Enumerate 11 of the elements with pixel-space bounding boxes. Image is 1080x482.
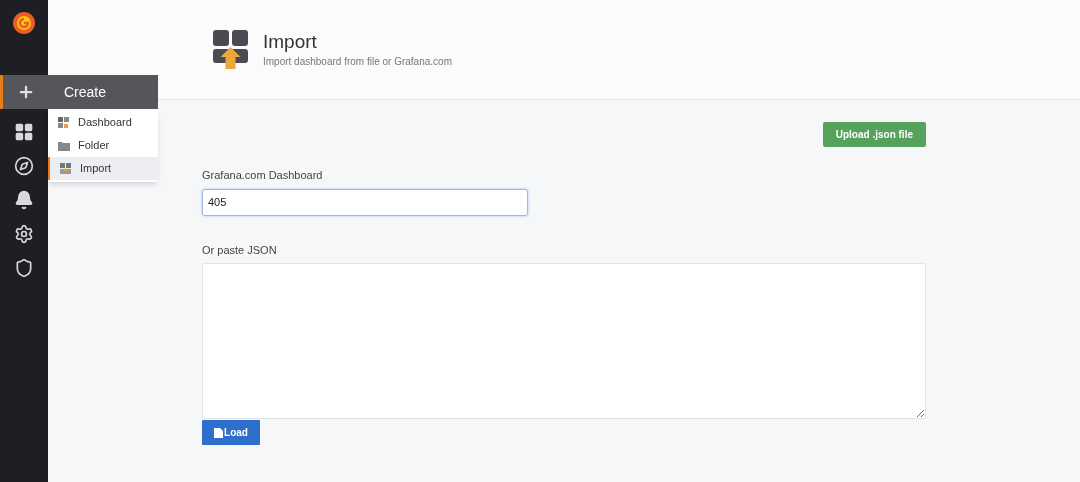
menu-title: Create bbox=[64, 82, 107, 102]
menu-item[interactable]: Folder bbox=[48, 134, 158, 157]
dashboard-id-field[interactable]: 405 bbox=[202, 188, 528, 216]
field-label: Or paste JSON bbox=[202, 242, 278, 258]
field-label: Grafana.com Dashboard bbox=[202, 168, 324, 183]
load-button[interactable]: Load bbox=[202, 420, 260, 445]
menu-item[interactable]: Dashboard bbox=[48, 111, 158, 134]
menu-header[interactable]: Create bbox=[0, 75, 158, 109]
menu-item[interactable]: Import bbox=[48, 157, 158, 180]
page-subtitle: Import dashboard from file or Grafana.com bbox=[263, 54, 452, 69]
page-title: Import bbox=[263, 30, 318, 54]
